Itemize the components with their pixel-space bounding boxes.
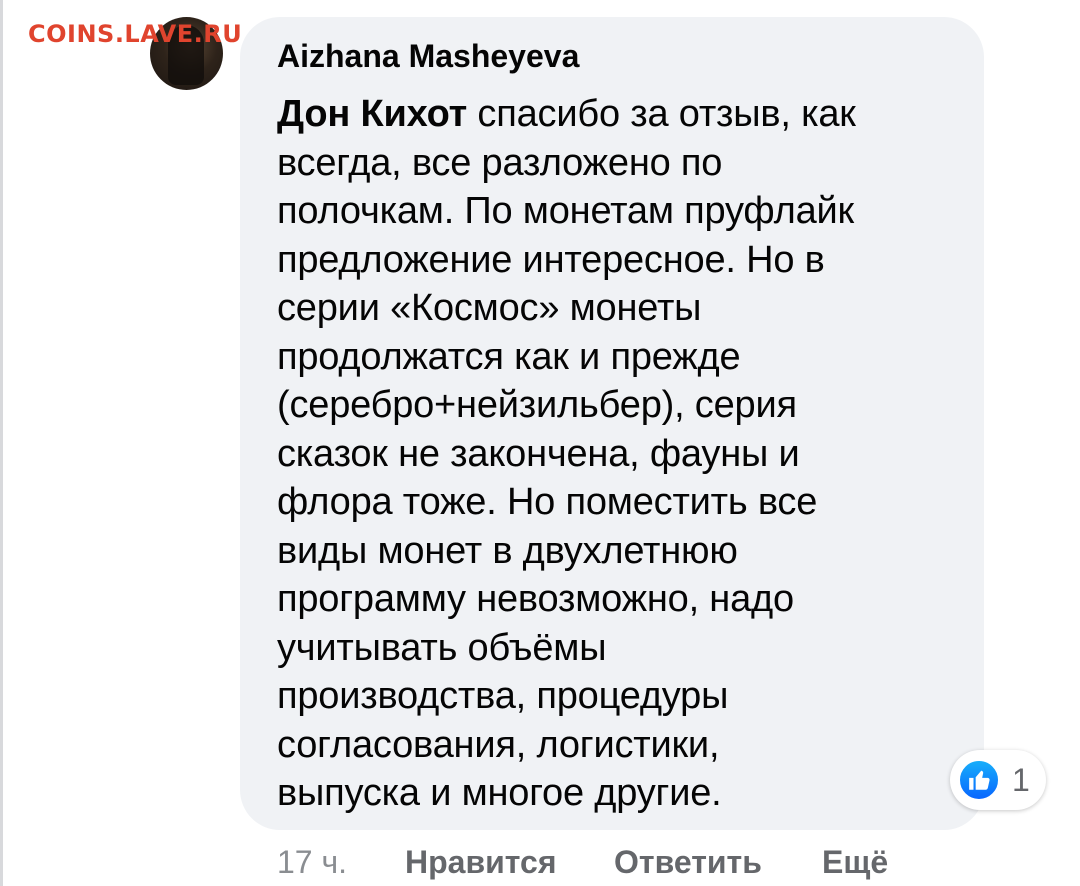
comment-line: учитывать объёмы (277, 626, 607, 669)
comment-line: предложение интересное. Но в (277, 238, 825, 281)
comment-line: Дон Кихот спасибо за отзыв, как (277, 93, 856, 135)
comment-author[interactable]: Aizhana Masheyeva (277, 38, 579, 75)
comment-line: всегда, все разложено по (277, 141, 723, 184)
mention-link[interactable]: Дон Кихот (277, 93, 467, 135)
like-button[interactable]: Нравится (405, 842, 557, 882)
comment-line: согласования, логистики, (277, 723, 720, 766)
comment-line: производства, процедуры (277, 675, 729, 717)
comment-line: программу невозможно, надо (277, 578, 794, 620)
comment-text: Дон Кихот спасибо за отзыв, как всегда, … (277, 90, 967, 818)
reaction-count: 1 (1012, 762, 1030, 798)
watermark: COINS.LAVE.RU (28, 20, 243, 48)
reply-button[interactable]: Ответить (614, 842, 762, 882)
comment-line: сказок не закончена, фауны и (277, 432, 800, 475)
comment-line: полочкам. По монетам пруфлайк (277, 190, 854, 232)
comment-line: флора тоже. Но поместить все (277, 481, 818, 523)
reactions-pill[interactable]: 1 (950, 750, 1046, 810)
comment-line: (серебро+нейзильбер), серия (277, 384, 797, 426)
comment-line: виды монет в двухлетнюю (277, 529, 738, 572)
comment-line: выпуска и многое другие. (277, 772, 722, 814)
like-icon (958, 759, 1000, 801)
timestamp[interactable]: 17 ч. (277, 842, 347, 882)
thumbs-up-icon (969, 770, 990, 790)
comment-line: серии «Космос» монеты (277, 287, 702, 329)
more-button[interactable]: Ещё (822, 842, 888, 882)
left-border (0, 0, 3, 886)
comment-line: продолжатся как и прежде (277, 335, 741, 378)
